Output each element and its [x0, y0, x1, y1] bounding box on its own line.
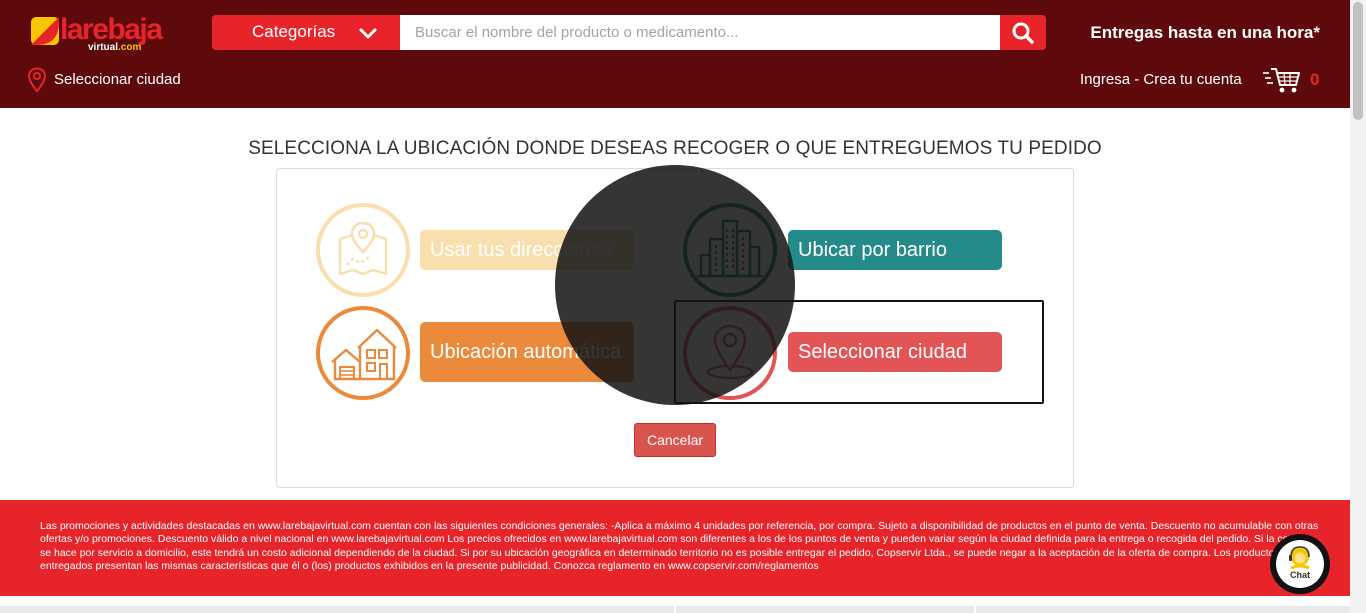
chat-label: Chat — [1290, 570, 1310, 580]
location-pin-icon — [27, 67, 47, 93]
categories-label: Categorías — [252, 22, 336, 41]
footer-bottom-strip — [0, 606, 1350, 613]
search-button[interactable] — [1000, 15, 1046, 50]
scrollbar-thumb[interactable] — [1353, 2, 1363, 120]
shopping-cart-icon[interactable] — [1262, 66, 1302, 94]
page: larebaja virtual.com Categorías Entregas… — [0, 0, 1366, 613]
delivery-promo: Entregas hasta en una hora* — [1090, 23, 1320, 42]
vertical-scrollbar[interactable] — [1350, 0, 1366, 613]
strip-divider — [974, 606, 976, 613]
legal-footer: Las promociones y actividades destacadas… — [0, 500, 1350, 596]
chat-button-inner: Chat — [1276, 540, 1324, 588]
cart-count-badge: 0 — [1310, 70, 1320, 89]
chat-button[interactable]: Chat — [1270, 534, 1330, 594]
map-pin-icon — [338, 221, 388, 276]
logo-subtitle-suffix: .com — [118, 42, 142, 53]
logo-subtitle: virtual.com — [88, 42, 141, 53]
chevron-down-icon — [359, 28, 377, 39]
search-icon — [1012, 22, 1034, 44]
select-city-label: Seleccionar ciudad — [54, 71, 181, 88]
categories-button[interactable]: Categorías — [212, 15, 400, 50]
option-addresses-icon-circle[interactable] — [316, 203, 410, 297]
legal-disclaimer: Las promociones y actividades destacadas… — [40, 520, 1319, 572]
house-icon — [331, 328, 397, 381]
search-input[interactable] — [400, 15, 1000, 50]
cancel-button[interactable]: Cancelar — [634, 423, 716, 457]
logo-subtitle-main: virtual — [88, 42, 119, 53]
option-automatic-icon-circle[interactable] — [316, 306, 410, 400]
strip-divider — [674, 606, 676, 613]
brand-logo[interactable]: larebaja virtual.com — [30, 13, 170, 54]
login-register-link[interactable]: Ingresa - Crea tu cuenta — [1080, 71, 1242, 88]
spotlight-overlay — [555, 165, 795, 405]
site-header: larebaja virtual.com Categorías Entregas… — [0, 0, 1366, 108]
page-title: SELECCIONA LA UBICACIÓN DONDE DESEAS REC… — [248, 138, 1102, 159]
logo-mark-icon — [31, 17, 59, 45]
locate-by-neighborhood-button[interactable]: Ubicar por barrio — [788, 230, 1002, 270]
chat-agent-icon — [1289, 546, 1310, 570]
